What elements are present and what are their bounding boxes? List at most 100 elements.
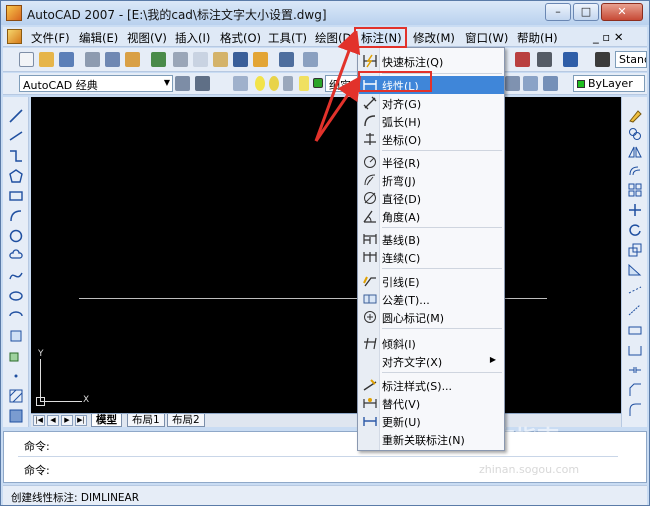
- array-icon[interactable]: [628, 183, 642, 197]
- menu-item-tolerance[interactable]: 公差(T)...: [359, 290, 504, 308]
- layer-on-icon[interactable]: [255, 76, 265, 91]
- layer-current-icon[interactable]: [523, 76, 538, 91]
- layer-manager-icon[interactable]: [233, 76, 248, 91]
- menu-item-aligned[interactable]: 对齐(G): [359, 94, 504, 112]
- open-file-icon[interactable]: [39, 52, 54, 67]
- menu-view[interactable]: 视图(V): [127, 30, 167, 46]
- menu-item-reassociate[interactable]: 重新关联标注(N): [359, 430, 504, 448]
- tab-layout2[interactable]: 布局2: [167, 414, 205, 427]
- match-properties-icon[interactable]: [233, 52, 248, 67]
- copy-icon[interactable]: [193, 52, 208, 67]
- menu-item-dimension-style[interactable]: 标注样式(S)...: [359, 376, 504, 394]
- menu-item-leader[interactable]: 引线(E): [359, 272, 504, 290]
- menu-window[interactable]: 窗口(W): [465, 30, 508, 46]
- circle-icon[interactable]: [9, 229, 23, 243]
- plot-icon[interactable]: [151, 52, 166, 67]
- gradient-icon[interactable]: [9, 409, 23, 423]
- menu-item-quick-dimension[interactable]: 快速标注(Q): [359, 52, 504, 70]
- cut-icon[interactable]: [173, 52, 188, 67]
- undo-icon[interactable]: [279, 52, 294, 67]
- construction-line-icon[interactable]: [9, 129, 23, 143]
- layer-freeze-icon[interactable]: [269, 76, 279, 91]
- help-icon[interactable]: [563, 52, 578, 67]
- rectangle-icon[interactable]: [9, 189, 23, 203]
- scale-icon[interactable]: [628, 243, 642, 257]
- chamfer-icon[interactable]: [628, 383, 642, 397]
- close-button[interactable]: ✕: [601, 3, 643, 21]
- menu-help[interactable]: 帮助(H): [517, 30, 558, 46]
- next-tab-icon[interactable]: ▶: [61, 415, 73, 426]
- layer-previous-icon[interactable]: [505, 76, 520, 91]
- menu-item-arc-length[interactable]: 弧长(H): [359, 112, 504, 130]
- menu-item-continue[interactable]: 连续(C): [359, 248, 504, 266]
- menu-modify[interactable]: 修改(M): [413, 30, 455, 46]
- menu-item-align-text[interactable]: 对齐文字(X) ▶: [359, 352, 504, 370]
- insert-block-icon[interactable]: [9, 329, 23, 343]
- workspace-settings-icon[interactable]: [175, 76, 190, 91]
- copy-object-icon[interactable]: [628, 127, 642, 141]
- offset-icon[interactable]: [628, 163, 642, 177]
- document-window-controls[interactable]: _ ▫ ✕: [593, 30, 624, 44]
- layer-states-icon[interactable]: [543, 76, 558, 91]
- properties-icon[interactable]: [515, 52, 530, 67]
- menu-file[interactable]: 文件(F): [31, 30, 70, 46]
- minimize-button[interactable]: –: [545, 3, 571, 21]
- make-block-icon[interactable]: [9, 349, 23, 363]
- color-combo[interactable]: ByLayer: [573, 75, 645, 92]
- menu-item-angular[interactable]: 角度(A): [359, 207, 504, 225]
- menu-item-oblique[interactable]: 倾斜(I): [359, 334, 504, 352]
- first-tab-icon[interactable]: |◀: [33, 415, 45, 426]
- revision-cloud-icon[interactable]: [9, 249, 23, 263]
- erase-icon[interactable]: [628, 109, 642, 123]
- menu-item-jogged[interactable]: 折弯(J): [359, 171, 504, 189]
- ellipse-arc-icon[interactable]: [9, 309, 23, 323]
- text-style-combo[interactable]: Stand: [615, 51, 647, 68]
- polyline-icon[interactable]: [9, 149, 23, 163]
- break-at-point-icon[interactable]: [628, 323, 642, 337]
- menu-insert[interactable]: 插入(I): [175, 30, 210, 46]
- stretch-icon[interactable]: [628, 263, 642, 277]
- plot-preview-icon[interactable]: [105, 52, 120, 67]
- menu-item-update[interactable]: 更新(U): [359, 412, 504, 430]
- workspace-combo[interactable]: AutoCAD 经典 ▼: [19, 75, 173, 92]
- restore-button[interactable]: □: [573, 3, 599, 21]
- print-icon[interactable]: [85, 52, 100, 67]
- ellipse-icon[interactable]: [9, 289, 23, 303]
- workspace-save-icon[interactable]: [195, 76, 210, 91]
- calculator-icon[interactable]: [537, 52, 552, 67]
- menu-item-center-mark[interactable]: 圆心标记(M): [359, 308, 504, 326]
- new-file-icon[interactable]: [19, 52, 34, 67]
- join-icon[interactable]: [628, 363, 642, 377]
- line-icon[interactable]: [9, 109, 23, 123]
- trim-icon[interactable]: [628, 283, 642, 297]
- menu-item-baseline[interactable]: 基线(B): [359, 230, 504, 248]
- layer-lock-icon[interactable]: [283, 76, 293, 91]
- extend-icon[interactable]: [628, 303, 642, 317]
- point-icon[interactable]: [9, 369, 23, 383]
- menu-item-diameter[interactable]: 直径(D): [359, 189, 504, 207]
- menu-item-ordinate[interactable]: 坐标(O): [359, 130, 504, 148]
- text-style-icon[interactable]: [595, 52, 610, 67]
- menu-item-override[interactable]: 替代(V): [359, 394, 504, 412]
- hatch-icon[interactable]: [9, 389, 23, 403]
- publish-icon[interactable]: [125, 52, 140, 67]
- mirror-icon[interactable]: [628, 145, 642, 159]
- rotate-icon[interactable]: [628, 223, 642, 237]
- command-prompt[interactable]: 命令:: [24, 462, 50, 478]
- menu-edit[interactable]: 编辑(E): [79, 30, 118, 46]
- fillet-icon[interactable]: [628, 403, 642, 417]
- polygon-icon[interactable]: [9, 169, 23, 183]
- tab-layout1[interactable]: 布局1: [127, 414, 165, 427]
- menu-format[interactable]: 格式(O): [220, 30, 261, 46]
- break-icon[interactable]: [628, 343, 642, 357]
- document-icon[interactable]: [7, 29, 22, 44]
- last-tab-icon[interactable]: ▶|: [75, 415, 87, 426]
- save-icon[interactable]: [59, 52, 74, 67]
- move-icon[interactable]: [628, 203, 642, 217]
- menu-item-radius[interactable]: 半径(R): [359, 153, 504, 171]
- autocad-app-icon[interactable]: [6, 5, 22, 21]
- spline-icon[interactable]: [9, 269, 23, 283]
- arc-icon[interactable]: [9, 209, 23, 223]
- block-editor-icon[interactable]: [253, 52, 268, 67]
- prev-tab-icon[interactable]: ◀: [47, 415, 59, 426]
